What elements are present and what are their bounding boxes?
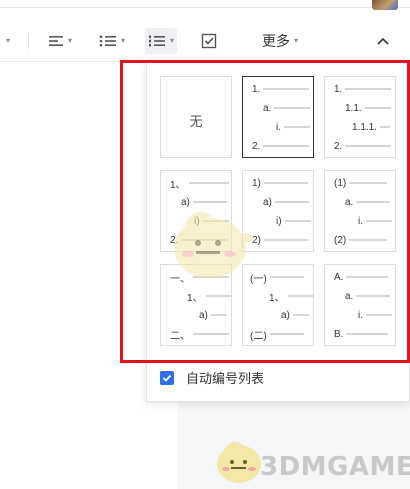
list-style-numeric-multilevel[interactable]: 1. 1.1. 1.1.1. 2. xyxy=(324,76,396,158)
top-divider xyxy=(0,0,410,8)
checkmark-icon xyxy=(162,374,172,382)
auto-number-toggle[interactable]: 自动编号列表 xyxy=(160,368,264,387)
bullet-list-icon xyxy=(99,35,116,47)
marker: a. xyxy=(345,290,354,302)
marker: a) xyxy=(199,309,208,321)
more-label: 更多 xyxy=(262,33,290,49)
checklist-icon xyxy=(201,33,217,49)
auto-number-label: 自动编号列表 xyxy=(186,371,265,386)
marker: A. xyxy=(334,271,344,283)
chevron-down-icon: ▾ xyxy=(294,36,299,45)
more-button[interactable]: 更多 ▾ xyxy=(262,28,298,54)
marker: a. xyxy=(263,102,272,114)
marker: a) xyxy=(281,309,290,321)
marker: i. xyxy=(276,121,281,133)
marker: B. xyxy=(334,328,344,340)
list-style-alpha-upper[interactable]: A. a. i. B. xyxy=(324,264,396,346)
marker: a) xyxy=(263,196,272,208)
watermark-mascot-icon xyxy=(174,211,253,278)
collapse-icon xyxy=(377,37,389,45)
list-style-paren-both[interactable]: (1) a. i. (2) xyxy=(324,170,396,252)
marker: 1) xyxy=(252,177,261,189)
align-button[interactable]: ▾ xyxy=(48,28,72,54)
marker: 二、 xyxy=(170,330,190,342)
numbered-list-icon xyxy=(149,35,165,47)
marker: 1.1.1. xyxy=(352,121,378,133)
marker: 1. xyxy=(252,83,261,95)
align-icon xyxy=(49,36,63,46)
chevron-down-icon: ▾ xyxy=(170,36,175,45)
marker: 1、 xyxy=(269,292,285,304)
marker: i. xyxy=(358,309,363,321)
watermark-logo-icon xyxy=(217,441,261,483)
marker: (2) xyxy=(334,234,347,246)
checklist-button[interactable] xyxy=(201,28,217,54)
chevron-down-icon: ▾ xyxy=(68,36,73,45)
toolbar-separator xyxy=(28,33,29,49)
marker: 2. xyxy=(252,140,261,152)
list-style-none[interactable]: 无 xyxy=(160,76,232,158)
collapse-toolbar-button[interactable] xyxy=(376,33,390,51)
bullet-list-button[interactable]: ▾ xyxy=(99,28,125,54)
marker: 1、 xyxy=(187,292,203,304)
marker: a. xyxy=(345,196,354,208)
marker: (1) xyxy=(334,177,347,189)
chevron-down-icon: ▾ xyxy=(121,36,126,45)
numbered-list-button[interactable]: ▾ xyxy=(145,28,178,54)
marker: (二) xyxy=(250,330,267,342)
chevron-down-icon: ▾ xyxy=(6,36,11,45)
list-style-numeric-plain[interactable]: 1. a. i. 2. xyxy=(242,76,314,158)
marker: 1.1. xyxy=(345,102,362,114)
auto-number-checkbox[interactable] xyxy=(160,370,174,385)
previous-dropdown-button[interactable]: ▾ xyxy=(6,28,10,54)
watermark-text: 3DMGAME xyxy=(260,452,410,482)
toolbar: ▾ ▾ ▾ ▾ 更多 ▾ xyxy=(0,0,410,62)
marker: 2. xyxy=(334,140,343,152)
marker: i. xyxy=(358,215,363,227)
marker: 1、 xyxy=(170,179,186,191)
marker: i) xyxy=(276,215,282,227)
avatar[interactable] xyxy=(372,0,398,10)
marker: 1. xyxy=(334,83,343,95)
none-label: 无 xyxy=(189,114,203,129)
